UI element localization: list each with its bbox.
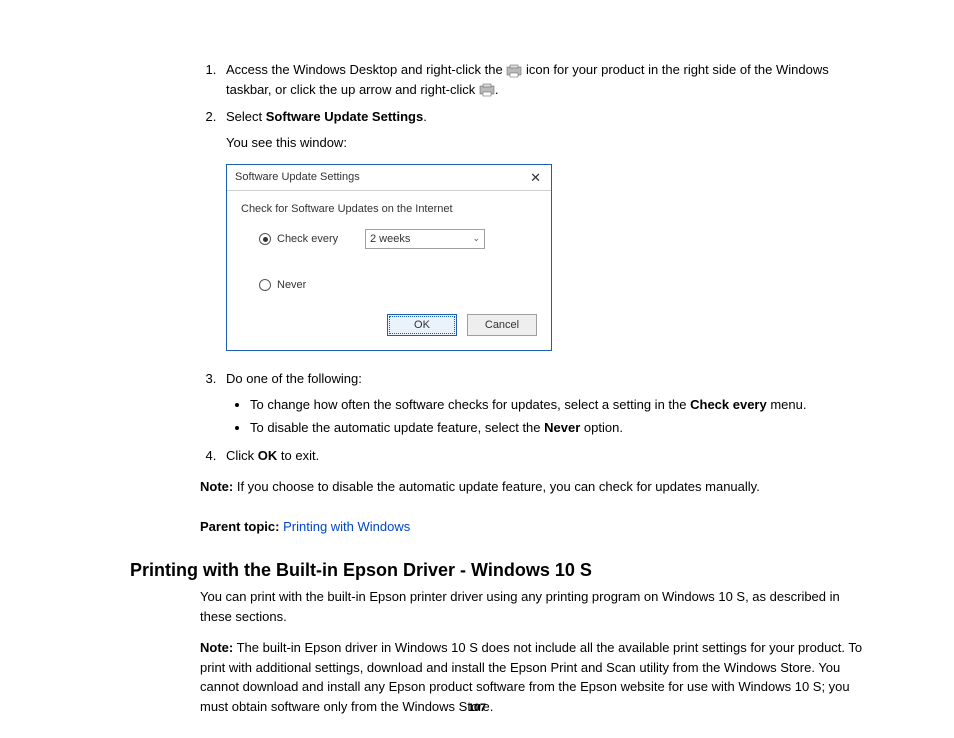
dialog-titlebar: Software Update Settings ✕: [227, 165, 551, 191]
step-2-text-b: .: [423, 109, 427, 124]
parent-topic-label: Parent topic:: [200, 519, 279, 534]
bullet-2: To disable the automatic update feature,…: [250, 418, 874, 438]
check-every-row: Check every 2 weeks ⌄: [259, 229, 537, 249]
radio-never-label: Never: [277, 277, 357, 294]
software-update-dialog: Software Update Settings ✕ Check for Sof…: [226, 164, 552, 351]
interval-select[interactable]: 2 weeks ⌄: [365, 229, 485, 249]
printer-tray-icon: [506, 64, 522, 78]
step-2: Select Software Update Settings. You see…: [220, 107, 874, 351]
step-4-a: Click: [226, 448, 258, 463]
parent-topic: Parent topic: Printing with Windows: [200, 517, 874, 537]
dialog-heading: Check for Software Updates on the Intern…: [241, 201, 537, 218]
step-2-text-a: Select: [226, 109, 266, 124]
section-body: You can print with the built-in Epson pr…: [200, 587, 874, 716]
close-icon[interactable]: ✕: [528, 171, 543, 184]
step-1: Access the Windows Desktop and right-cli…: [220, 60, 874, 99]
interval-select-value: 2 weeks: [370, 231, 410, 248]
ok-button[interactable]: OK: [387, 314, 457, 337]
note-block: Note: If you choose to disable the autom…: [200, 477, 874, 497]
document-page: Access the Windows Desktop and right-cli…: [0, 0, 954, 738]
parent-topic-link[interactable]: Printing with Windows: [283, 519, 410, 534]
bullet-2-bold: Never: [544, 420, 580, 435]
cancel-button[interactable]: Cancel: [467, 314, 537, 337]
dialog-title-text: Software Update Settings: [235, 169, 360, 186]
bullet-2-a: To disable the automatic update feature,…: [250, 420, 544, 435]
section-heading: Printing with the Built-in Epson Driver …: [130, 560, 874, 581]
bullet-1: To change how often the software checks …: [250, 395, 874, 415]
page-number: 107: [0, 702, 954, 714]
note-text: If you choose to disable the automatic u…: [233, 479, 760, 494]
content-column: Access the Windows Desktop and right-cli…: [200, 60, 874, 716]
note-label: Note:: [200, 479, 233, 494]
radio-check-every-label: Check every: [277, 231, 357, 248]
instruction-list: Access the Windows Desktop and right-cli…: [200, 60, 874, 465]
section-note-label: Note:: [200, 640, 233, 655]
bullet-1-bold: Check every: [690, 397, 767, 412]
bullet-1-a: To change how often the software checks …: [250, 397, 690, 412]
step-3: Do one of the following: To change how o…: [220, 369, 874, 438]
step-3-text: Do one of the following:: [226, 371, 362, 386]
radio-check-every[interactable]: [259, 233, 271, 245]
bullet-2-b: option.: [580, 420, 623, 435]
never-row: Never: [259, 277, 537, 294]
step-4-bold: OK: [258, 448, 278, 463]
dialog-button-row: OK Cancel: [241, 314, 537, 337]
radio-never[interactable]: [259, 279, 271, 291]
step-4: Click OK to exit.: [220, 446, 874, 466]
step-1-text-c: .: [495, 82, 499, 97]
step-2-subtext: You see this window:: [226, 133, 874, 153]
step-4-b: to exit.: [277, 448, 319, 463]
step-2-bold: Software Update Settings: [266, 109, 423, 124]
chevron-down-icon: ⌄: [472, 232, 480, 246]
section-p1: You can print with the built-in Epson pr…: [200, 587, 874, 626]
dialog-body: Check for Software Updates on the Intern…: [227, 191, 551, 351]
bullet-1-b: menu.: [767, 397, 807, 412]
step-3-bullets: To change how often the software checks …: [226, 395, 874, 438]
step-1-text-a: Access the Windows Desktop and right-cli…: [226, 62, 506, 77]
printer-tray-icon: [479, 83, 495, 97]
